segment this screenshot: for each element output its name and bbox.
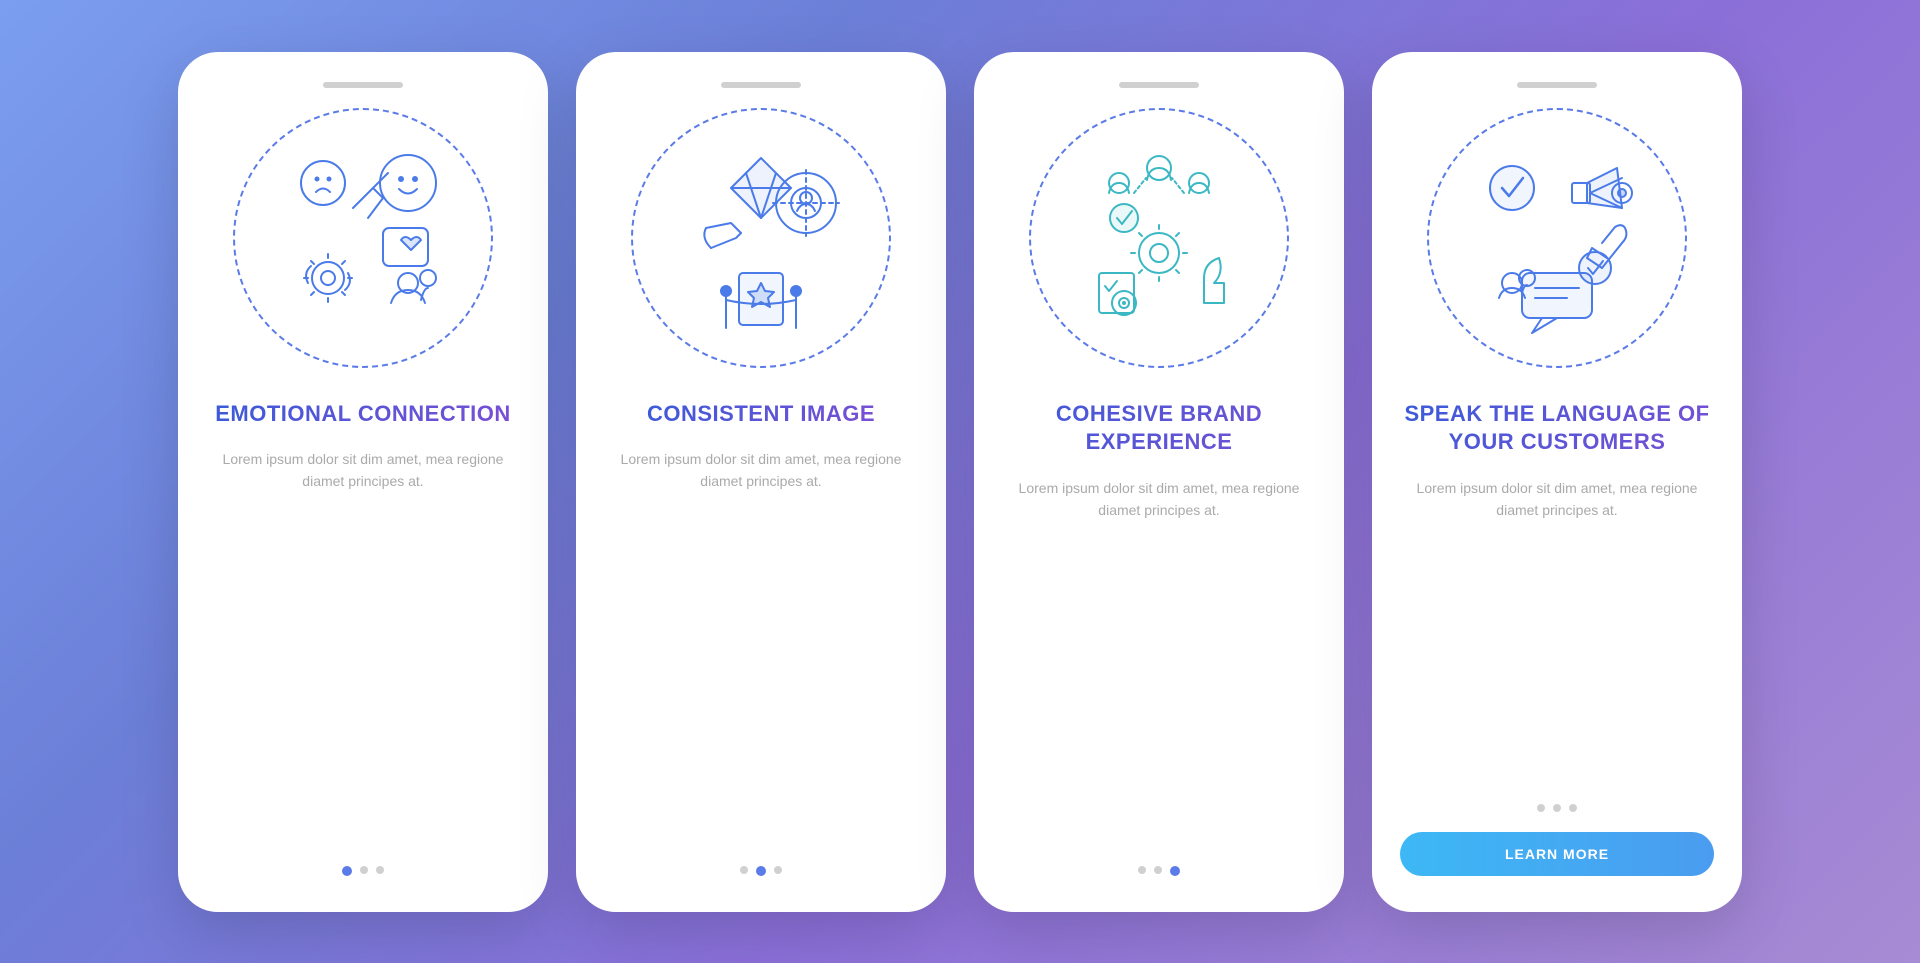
learn-more-button[interactable]: LEARN MORE xyxy=(1400,832,1714,876)
dot[interactable] xyxy=(774,866,782,874)
card-4-dots xyxy=(1537,780,1577,812)
card-3-title: COHESIVE BRAND EXPERIENCE xyxy=(1002,400,1316,457)
phone-notch xyxy=(323,82,403,88)
dot-active[interactable] xyxy=(1170,866,1180,876)
card-consistent-image: CONSISTENT IMAGE Lorem ipsum dolor sit d… xyxy=(576,52,946,912)
card-1-title: EMOTIONAL CONNECTION xyxy=(215,400,511,429)
cards-container: EMOTIONAL CONNECTION Lorem ipsum dolor s… xyxy=(138,12,1782,952)
card-cohesive-brand: COHESIVE BRAND EXPERIENCE Lorem ipsum do… xyxy=(974,52,1344,912)
dot[interactable] xyxy=(360,866,368,874)
card-2-body: Lorem ipsum dolor sit dim amet, mea regi… xyxy=(604,448,918,493)
icon-circle-3 xyxy=(1029,108,1289,368)
card-2-dots xyxy=(740,842,782,876)
card-1-dots xyxy=(342,842,384,876)
dot[interactable] xyxy=(740,866,748,874)
icon-circle-2 xyxy=(631,108,891,368)
dot-active[interactable] xyxy=(756,866,766,876)
card-3-body: Lorem ipsum dolor sit dim amet, mea regi… xyxy=(1002,477,1316,522)
dot-active[interactable] xyxy=(342,866,352,876)
card-speak-language: SPEAK THE LANGUAGE OF YOUR CUSTOMERS Lor… xyxy=(1372,52,1742,912)
phone-notch xyxy=(1119,82,1199,88)
dot[interactable] xyxy=(1138,866,1146,874)
card-4-title: SPEAK THE LANGUAGE OF YOUR CUSTOMERS xyxy=(1400,400,1714,457)
dot[interactable] xyxy=(376,866,384,874)
card-2-title: CONSISTENT IMAGE xyxy=(647,400,875,429)
dot[interactable] xyxy=(1154,866,1162,874)
card-3-dots xyxy=(1138,842,1180,876)
phone-notch xyxy=(721,82,801,88)
dot[interactable] xyxy=(1553,804,1561,812)
phone-notch xyxy=(1517,82,1597,88)
card-4-body: Lorem ipsum dolor sit dim amet, mea regi… xyxy=(1400,477,1714,522)
dot[interactable] xyxy=(1537,804,1545,812)
card-1-body: Lorem ipsum dolor sit dim amet, mea regi… xyxy=(206,448,520,493)
card-emotional-connection: EMOTIONAL CONNECTION Lorem ipsum dolor s… xyxy=(178,52,548,912)
dot[interactable] xyxy=(1569,804,1577,812)
icon-circle-4 xyxy=(1427,108,1687,368)
icon-circle-1 xyxy=(233,108,493,368)
